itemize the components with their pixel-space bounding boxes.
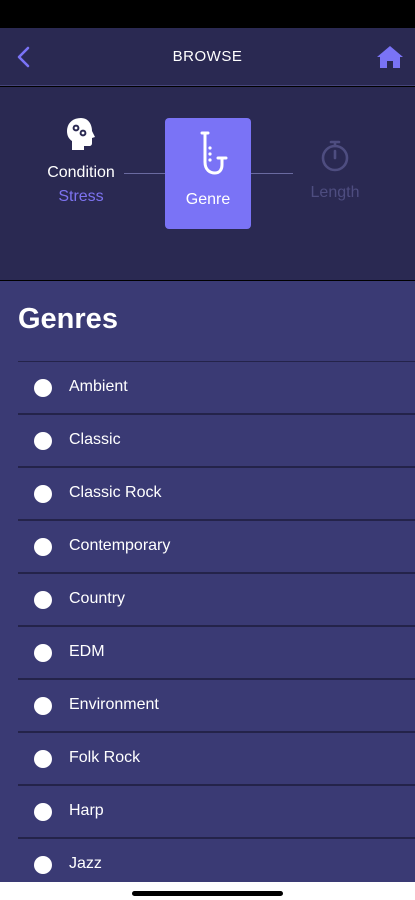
radio-button[interactable] (34, 538, 52, 556)
genre-label: Ambient (69, 378, 128, 395)
head-brain-icon (67, 118, 95, 150)
nav-bar: BROWSE (0, 28, 415, 86)
genre-item-classic[interactable]: Classic (18, 415, 415, 468)
status-bar (0, 0, 415, 28)
genre-list: Ambient Classic Classic Rock Contemporar… (18, 361, 415, 882)
home-indicator-area (0, 882, 415, 900)
step-condition[interactable]: Condition Stress (20, 117, 142, 206)
genre-item-harp[interactable]: Harp (18, 786, 415, 839)
genre-label: Classic Rock (69, 484, 162, 501)
genre-item-environment[interactable]: Environment (18, 680, 415, 733)
genre-label: Country (69, 590, 126, 607)
section-title: Genres (18, 303, 118, 335)
genre-item-folk-rock[interactable]: Folk Rock (18, 733, 415, 786)
genre-label: Environment (69, 696, 159, 713)
radio-button[interactable] (34, 485, 52, 503)
home-indicator[interactable] (132, 891, 283, 896)
step-condition-value: Stress (58, 188, 104, 205)
genre-item-contemporary[interactable]: Contemporary (18, 521, 415, 574)
radio-button[interactable] (34, 803, 52, 821)
genre-label: Folk Rock (69, 749, 141, 766)
genre-label: Harp (69, 802, 104, 819)
genre-label: EDM (69, 643, 105, 660)
genre-item-classic-rock[interactable]: Classic Rock (18, 468, 415, 521)
genre-label: Contemporary (69, 537, 171, 554)
radio-button[interactable] (34, 432, 52, 450)
radio-button[interactable] (34, 750, 52, 768)
genre-label: Classic (69, 431, 121, 448)
saxophone-icon (200, 131, 228, 175)
radio-button[interactable] (34, 379, 52, 397)
step-condition-label: Condition (47, 164, 115, 181)
home-button[interactable] (375, 44, 405, 70)
radio-button[interactable] (34, 644, 52, 662)
step-connector (251, 173, 293, 174)
genre-item-edm[interactable]: EDM (18, 627, 415, 680)
browse-stepper: Condition Stress Genre Length (0, 87, 415, 280)
step-genre[interactable]: Genre (165, 118, 251, 229)
stopwatch-icon (321, 140, 349, 172)
genre-item-country[interactable]: Country (18, 574, 415, 627)
step-length-label: Length (310, 184, 360, 201)
genre-item-jazz[interactable]: Jazz (18, 839, 415, 882)
home-icon (377, 46, 403, 68)
step-genre-label: Genre (185, 191, 231, 208)
genre-item-ambient[interactable]: Ambient (18, 362, 415, 415)
step-length[interactable]: Length (290, 139, 380, 202)
radio-button[interactable] (34, 697, 52, 715)
genre-panel: Genres Ambient Classic Classic Rock Cont… (0, 281, 415, 882)
radio-button[interactable] (34, 856, 52, 874)
page-title: BROWSE (172, 48, 243, 65)
radio-button[interactable] (34, 591, 52, 609)
genre-label: Jazz (69, 855, 102, 872)
